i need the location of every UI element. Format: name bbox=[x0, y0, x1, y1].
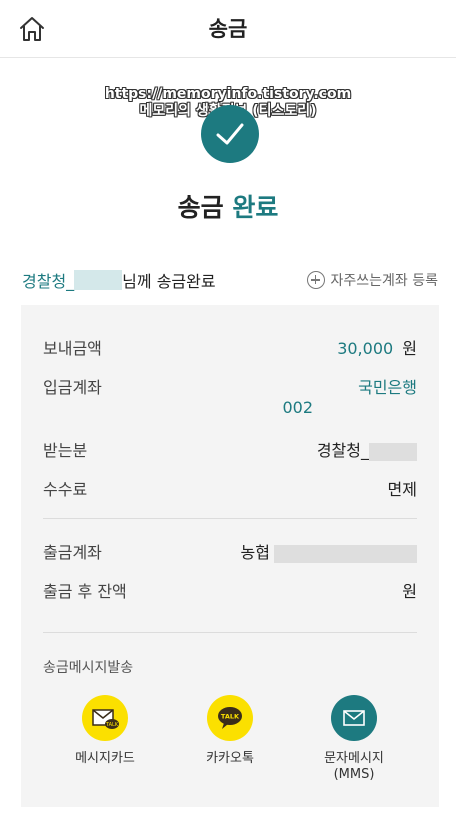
masked-receiver-name bbox=[369, 442, 417, 461]
message-card-button[interactable]: TALK 메시지카드 bbox=[50, 695, 160, 767]
masked-recipient-name bbox=[74, 270, 123, 290]
kakaotalk-label: 카카오톡 bbox=[206, 751, 254, 766]
watermark-url: https://memoryinfo.tistory.com bbox=[104, 86, 352, 102]
deposit-account-number: 002 bbox=[282, 398, 313, 417]
success-check-circle bbox=[201, 105, 259, 163]
message-divider bbox=[43, 632, 417, 633]
receiver-value-group: 경찰청_ bbox=[317, 437, 417, 461]
recipient-name: 경찰청_ bbox=[22, 272, 75, 291]
message-section-title: 송금메시지발송 bbox=[43, 660, 134, 676]
svg-text:TALK: TALK bbox=[221, 713, 240, 721]
register-favorite-account-button[interactable]: 자주쓰는계좌 등록 bbox=[306, 270, 439, 290]
recipient-summary: 경찰청_ 님께 송금완료 bbox=[22, 268, 216, 292]
amount-unit: 원 bbox=[402, 339, 417, 358]
details-divider bbox=[43, 518, 417, 519]
message-card-label: 메시지카드 bbox=[75, 751, 135, 766]
amount-value: 30,000 bbox=[337, 339, 394, 358]
transfer-details-panel: 보내금액 30,000 원 입금계좌 국민은행 002 받는분 경찰청_ 수수료… bbox=[21, 305, 439, 807]
app-header: 송금 bbox=[0, 0, 456, 58]
fee-label: 수수료 bbox=[43, 480, 88, 499]
mms-envelope-icon bbox=[331, 695, 377, 741]
receiver-value: 경찰청_ bbox=[316, 441, 369, 460]
balance-unit: 원 bbox=[402, 582, 417, 601]
receiver-label: 받는분 bbox=[43, 441, 88, 460]
amount-label: 보내금액 bbox=[43, 339, 102, 358]
fee-value: 면제 bbox=[387, 480, 417, 499]
mms-button[interactable]: 문자메시지 (MMS) bbox=[299, 695, 409, 783]
masked-withdraw-account bbox=[274, 544, 417, 563]
completion-title-accent: 완료 bbox=[232, 193, 279, 222]
kakaotalk-button[interactable]: TALK 카카오톡 bbox=[175, 695, 285, 767]
checkmark-icon bbox=[216, 123, 244, 145]
deposit-bank: 국민은행 bbox=[358, 378, 417, 397]
withdraw-bank: 농협 bbox=[240, 543, 270, 562]
mms-label: 문자메시지 (MMS) bbox=[324, 751, 384, 782]
amount-value-group: 30,000 원 bbox=[337, 335, 417, 359]
balance-label: 출금 후 잔액 bbox=[43, 582, 127, 601]
kakaotalk-icon: TALK bbox=[207, 695, 253, 741]
completion-title-prefix: 송금 bbox=[177, 193, 224, 222]
plus-circle-icon bbox=[306, 271, 325, 289]
completion-title: 송금 완료 bbox=[0, 188, 456, 224]
favorite-label: 자주쓰는계좌 등록 bbox=[330, 273, 439, 289]
withdraw-account-group: 농협 bbox=[241, 539, 417, 563]
page-title: 송금 bbox=[208, 17, 248, 41]
svg-text:TALK: TALK bbox=[105, 722, 119, 728]
message-card-icon: TALK bbox=[82, 695, 128, 741]
deposit-account-label: 입금계좌 bbox=[43, 378, 102, 397]
recipient-suffix: 님께 송금완료 bbox=[122, 272, 216, 291]
withdraw-account-label: 출금계좌 bbox=[43, 543, 102, 562]
